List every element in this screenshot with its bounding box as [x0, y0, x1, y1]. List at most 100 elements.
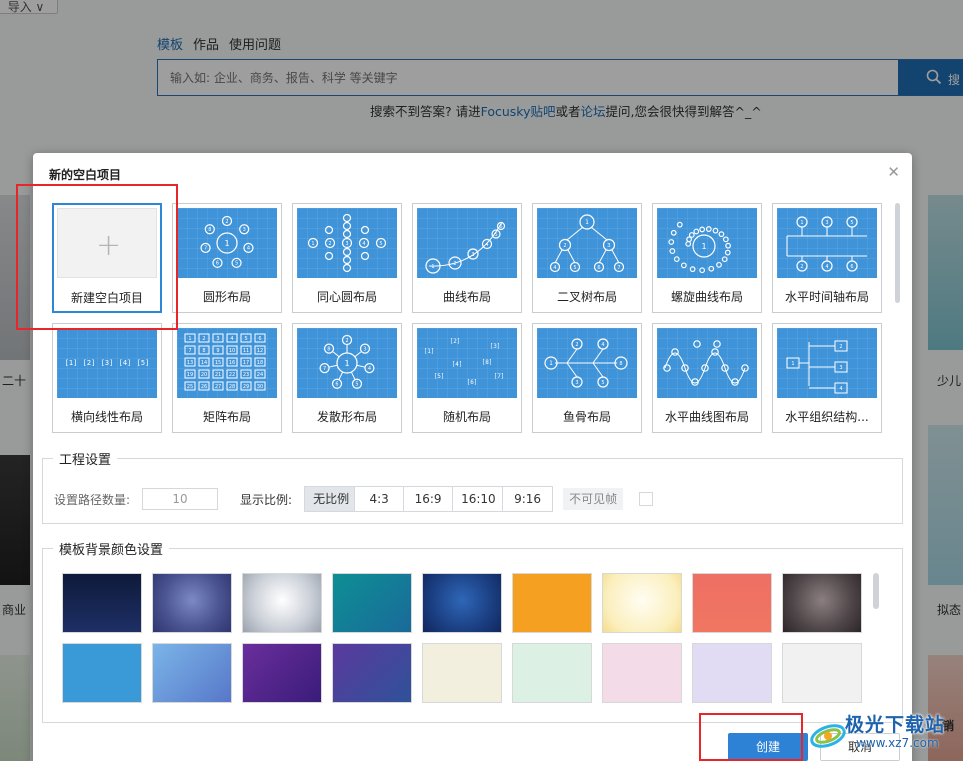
create-button[interactable]: 创建: [728, 733, 808, 761]
layout-tile-org[interactable]: 1 2 3 4 水平组织结构...: [772, 323, 882, 433]
ratio-option-5[interactable]: 9:16: [503, 487, 552, 511]
layout-thumbnail-wave: [657, 328, 757, 398]
ratio-option-1[interactable]: 无比例: [305, 487, 356, 511]
svg-text:16: 16: [229, 360, 235, 366]
svg-text:30: 30: [257, 384, 263, 390]
layout-tile-radial[interactable]: 1 2 3 4 5 6 7 8 发散形布局: [292, 323, 402, 433]
svg-text:8: 8: [208, 227, 211, 233]
color-swatch-5[interactable]: [422, 573, 502, 633]
svg-text:5: 5: [235, 261, 238, 267]
svg-text:1: 1: [549, 360, 553, 367]
swatch-scrollbar[interactable]: [873, 573, 879, 609]
matrix-layout-icon: 1 2 3 4 5 67 8 9 10 11 1213 14 15 16 17 1819 20 21 22 23 242…: [184, 333, 266, 391]
svg-text:[5]: [5]: [434, 373, 445, 380]
layout-tile-tree[interactable]: 1 2 3 4 5 6 7 二叉树布局: [532, 203, 642, 313]
svg-text:2: 2: [202, 336, 205, 342]
color-swatch-14[interactable]: [422, 643, 502, 703]
svg-text:7: 7: [204, 246, 207, 252]
layout-tile-fishbone[interactable]: 1 8 2 4 3 5 鱼骨布局: [532, 323, 642, 433]
svg-text:14: 14: [201, 360, 207, 366]
svg-text:1: 1: [701, 242, 706, 251]
svg-text:25: 25: [187, 384, 193, 390]
svg-text:19: 19: [187, 372, 193, 378]
svg-text:7: 7: [323, 366, 326, 372]
svg-text:6: 6: [597, 265, 600, 271]
layout-tile-label: 新建空白项目: [70, 291, 143, 305]
svg-text:[7]: [7]: [494, 373, 505, 380]
swatch-grid: [62, 573, 862, 703]
svg-text:4: 4: [825, 264, 828, 270]
layout-tile-curve[interactable]: 1 2 3 4 5 6 曲线布局: [412, 203, 522, 313]
svg-text:23: 23: [243, 372, 249, 378]
color-swatch-10[interactable]: [62, 643, 142, 703]
color-swatch-12[interactable]: [242, 643, 322, 703]
svg-text:1: 1: [224, 239, 229, 248]
svg-text:24: 24: [257, 372, 263, 378]
path-count-input[interactable]: 10: [142, 488, 219, 510]
layout-tile-matrix[interactable]: 1 2 3 4 5 6 7 8 9 10 11 12 13 14 15 16 17 18 19 20 21 22 23 24 2…: [172, 323, 282, 433]
background-color-settings: 模板背景颜色设置: [42, 539, 903, 723]
svg-text:3: 3: [839, 365, 842, 371]
fishbone-layout-icon: 1 8 2 4 3 5: [544, 338, 628, 388]
color-swatch-9[interactable]: [782, 573, 862, 633]
spiral-layout-icon: 1: [668, 221, 731, 274]
svg-text:4: 4: [601, 342, 604, 348]
svg-text:6: 6: [850, 264, 853, 270]
svg-text:29: 29: [243, 384, 249, 390]
layout-tile-label: 横向线性布局: [70, 410, 143, 424]
svg-text:[1]: [1]: [424, 348, 435, 355]
svg-text:9: 9: [216, 348, 219, 354]
layout-scrollbar[interactable]: [895, 203, 900, 303]
radial-layout-icon: 1 2 3 4 5 6 7 8: [319, 334, 375, 389]
svg-text:5: 5: [601, 380, 604, 386]
color-swatch-3[interactable]: [242, 573, 322, 633]
svg-text:6: 6: [499, 224, 502, 230]
layout-tile-wave[interactable]: 水平曲线图布局: [652, 323, 762, 433]
layout-tile-timeline[interactable]: 1 3 5 2 4 6 水平时间轴布局: [772, 203, 882, 313]
svg-text:8: 8: [619, 361, 622, 367]
layout-tile-spiral[interactable]: 1 螺旋曲线布局: [652, 203, 762, 313]
color-swatch-17[interactable]: [692, 643, 772, 703]
color-swatch-16[interactable]: [602, 643, 682, 703]
layout-thumbnail-matrix: 1 2 3 4 5 6 7 8 9 10 11 12 13 14 15 16 17 18 19 20 21 22 23 24 2…: [177, 328, 277, 398]
svg-text:2: 2: [563, 243, 566, 249]
watermark-text: 极光下载站: [845, 714, 946, 736]
color-swatch-11[interactable]: [152, 643, 232, 703]
svg-text:3: 3: [575, 380, 578, 386]
color-swatch-4[interactable]: [332, 573, 412, 633]
layout-tile-circle[interactable]: 1 2 3 4 5 6 7 8 圆形布局: [172, 203, 282, 313]
svg-text:3: 3: [607, 243, 610, 249]
layout-tile-concentric[interactable]: 1 2 3 4 5 同心圆布局: [292, 203, 402, 313]
layout-thumbnail-radial: 1 2 3 4 5 6 7 8: [297, 328, 397, 398]
color-swatch-8[interactable]: [692, 573, 772, 633]
invisible-frame-checkbox[interactable]: [639, 492, 654, 506]
svg-text:4: 4: [247, 246, 250, 252]
layout-tile-linear[interactable]: [1] [2] [3] [4] [5] 横向线性布局: [52, 323, 162, 433]
svg-text:2: 2: [575, 342, 578, 348]
color-swatch-15[interactable]: [512, 643, 592, 703]
path-count-label: 设置路径数量:: [54, 492, 131, 507]
color-swatch-13[interactable]: [332, 643, 412, 703]
watermark-url: www.xz7.com: [856, 736, 939, 750]
svg-text:[2]: [2]: [450, 338, 461, 345]
close-icon[interactable]: ✕: [887, 163, 900, 181]
color-swatch-6[interactable]: [512, 573, 592, 633]
svg-text:6: 6: [216, 261, 219, 267]
color-swatch-1[interactable]: [62, 573, 142, 633]
layout-tile-label: 曲线布局: [442, 290, 491, 304]
ratio-option-2[interactable]: 4:3: [355, 487, 405, 511]
ratio-option-3[interactable]: 16:9: [404, 487, 454, 511]
svg-text:12: 12: [257, 348, 263, 354]
svg-text:[4]: [4]: [119, 359, 132, 367]
svg-text:28: 28: [229, 384, 235, 390]
svg-text:3: 3: [345, 241, 348, 247]
svg-text:26: 26: [201, 384, 207, 390]
layout-tile-blank[interactable]: + 新建空白项目: [52, 203, 162, 313]
ratio-option-4[interactable]: 16:10: [453, 487, 504, 511]
color-swatch-2[interactable]: [152, 573, 232, 633]
random-layout-icon: [1] [2] [3] [4] [5] [6] [7][8]: [424, 338, 505, 386]
color-swatch-18[interactable]: [782, 643, 862, 703]
layout-tile-random[interactable]: [1] [2] [3] [4] [5] [6] [7] [8] 随机布局: [412, 323, 522, 433]
color-swatch-7[interactable]: [602, 573, 682, 633]
wave-layout-icon: [663, 340, 749, 386]
